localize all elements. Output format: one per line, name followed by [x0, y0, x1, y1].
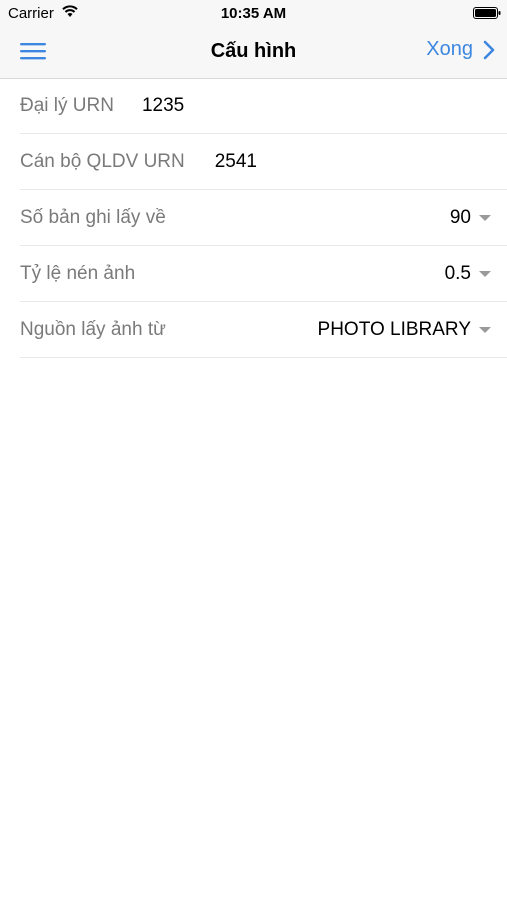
compression-value: 0.5 [444, 262, 471, 284]
image-source-value: PHOTO LIBRARY [317, 318, 471, 340]
status-time: 10:35 AM [220, 5, 287, 22]
image-source-row: Nguồn lấy ảnh từ PHOTO LIBRARY [20, 302, 507, 358]
record-count-row: Số bản ghi lấy về 90 [20, 190, 507, 246]
officer-urn-input[interactable] [214, 150, 415, 173]
chevron-right-icon [483, 40, 495, 59]
officer-urn-label: Cán bộ QLDV URN [20, 150, 185, 172]
agent-urn-row: Đại lý URN [20, 78, 507, 134]
navigation-bar: Cấu hình Xong [0, 27, 507, 79]
compression-label: Tỷ lệ nén ảnh [20, 262, 136, 284]
officer-urn-row: Cán bộ QLDV URN [20, 134, 507, 190]
compression-row: Tỷ lệ nén ảnh 0.5 [20, 246, 507, 302]
compression-dropdown[interactable]: 0.5 [445, 246, 491, 301]
settings-list: Đại lý URN Cán bộ QLDV URN Số bản ghi lấ… [20, 78, 507, 358]
dropdown-caret-icon [479, 270, 491, 277]
agent-urn-input[interactable] [141, 94, 342, 117]
done-button[interactable]: Xong [426, 38, 495, 61]
dropdown-caret-icon [479, 326, 491, 333]
record-count-value: 90 [449, 206, 471, 228]
image-source-dropdown[interactable]: PHOTO LIBRARY [318, 302, 491, 357]
record-count-label: Số bản ghi lấy về [20, 206, 166, 228]
agent-urn-label: Đại lý URN [20, 94, 114, 116]
image-source-label: Nguồn lấy ảnh từ [20, 318, 166, 340]
status-bar: Carrier 10:35 AM [0, 0, 507, 27]
done-button-label: Xong [426, 38, 473, 60]
battery-icon [473, 7, 501, 19]
hamburger-menu-icon[interactable] [18, 39, 48, 63]
record-count-dropdown[interactable]: 90 [450, 190, 491, 245]
dropdown-caret-icon [479, 214, 491, 221]
